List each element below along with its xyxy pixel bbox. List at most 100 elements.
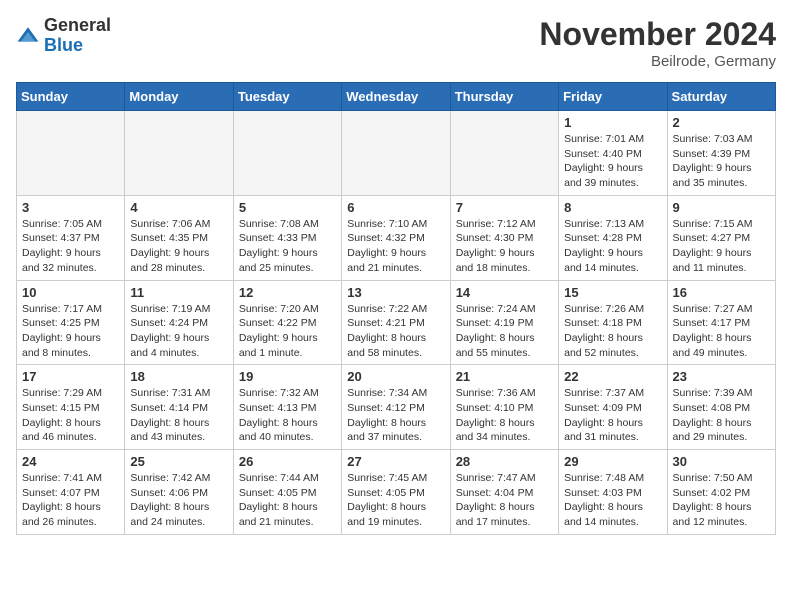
day-info: Sunrise: 7:47 AM Sunset: 4:04 PM Dayligh…	[456, 471, 553, 530]
day-number: 11	[130, 285, 227, 300]
weekday-header-saturday: Saturday	[667, 83, 775, 111]
day-info: Sunrise: 7:17 AM Sunset: 4:25 PM Dayligh…	[22, 302, 119, 361]
day-info: Sunrise: 7:15 AM Sunset: 4:27 PM Dayligh…	[673, 217, 770, 276]
month-title: November 2024	[539, 16, 776, 53]
day-number: 12	[239, 285, 336, 300]
day-info: Sunrise: 7:50 AM Sunset: 4:02 PM Dayligh…	[673, 471, 770, 530]
day-number: 25	[130, 454, 227, 469]
calendar-cell: 10 Sunrise: 7:17 AM Sunset: 4:25 PM Dayli…	[17, 280, 125, 365]
weekday-header-row: SundayMondayTuesdayWednesdayThursdayFrid…	[17, 83, 776, 111]
day-info: Sunrise: 7:36 AM Sunset: 4:10 PM Dayligh…	[456, 386, 553, 445]
day-info: Sunrise: 7:26 AM Sunset: 4:18 PM Dayligh…	[564, 302, 661, 361]
calendar-cell: 23Sunrise: 7:39 AM Sunset: 4:08 PM Dayli…	[667, 365, 775, 450]
day-info: Sunrise: 7:08 AM Sunset: 4:33 PM Dayligh…	[239, 217, 336, 276]
weekday-header-monday: Monday	[125, 83, 233, 111]
day-number: 27	[347, 454, 444, 469]
week-row-1: 1 Sunrise: 7:01 AM Sunset: 4:40 PM Daylig…	[17, 111, 776, 196]
day-number: 17	[22, 369, 119, 384]
page-header: General Blue November 2024 Beilrode, Ger…	[16, 16, 776, 70]
day-info: Sunrise: 7:24 AM Sunset: 4:19 PM Dayligh…	[456, 302, 553, 361]
calendar-cell: 21 Sunrise: 7:36 AM Sunset: 4:10 PM Dayli…	[450, 365, 558, 450]
day-info: Sunrise: 7:44 AM Sunset: 4:05 PM Dayligh…	[239, 471, 336, 530]
calendar-cell: 25 Sunrise: 7:42 AM Sunset: 4:06 PM Dayli…	[125, 450, 233, 535]
calendar-cell: 20Sunrise: 7:34 AM Sunset: 4:12 PM Dayli…	[342, 365, 450, 450]
day-info: Sunrise: 7:01 AM Sunset: 4:40 PM Dayligh…	[564, 132, 661, 191]
day-number: 10	[22, 285, 119, 300]
day-number: 7	[456, 200, 553, 215]
calendar-cell: 13 Sunrise: 7:22 AM Sunset: 4:21 PM Dayli…	[342, 280, 450, 365]
day-number: 1	[564, 115, 661, 130]
day-number: 3	[22, 200, 119, 215]
calendar-cell: 3 Sunrise: 7:05 AM Sunset: 4:37 PM Daylig…	[17, 195, 125, 280]
calendar-cell	[450, 111, 558, 196]
calendar-cell	[17, 111, 125, 196]
calendar-cell	[125, 111, 233, 196]
day-info: Sunrise: 7:03 AM Sunset: 4:39 PM Dayligh…	[673, 132, 770, 191]
calendar-cell: 30 Sunrise: 7:50 AM Sunset: 4:02 PM Dayli…	[667, 450, 775, 535]
calendar-cell: 4Sunrise: 7:06 AM Sunset: 4:35 PM Daylig…	[125, 195, 233, 280]
calendar-cell: 28 Sunrise: 7:47 AM Sunset: 4:04 PM Dayli…	[450, 450, 558, 535]
day-number: 21	[456, 369, 553, 384]
calendar-cell: 22Sunrise: 7:37 AM Sunset: 4:09 PM Dayli…	[559, 365, 667, 450]
day-number: 14	[456, 285, 553, 300]
day-number: 23	[673, 369, 770, 384]
day-info: Sunrise: 7:45 AM Sunset: 4:05 PM Dayligh…	[347, 471, 444, 530]
calendar-cell: 29Sunrise: 7:48 AM Sunset: 4:03 PM Dayli…	[559, 450, 667, 535]
weekday-header-friday: Friday	[559, 83, 667, 111]
calendar-cell	[233, 111, 341, 196]
calendar-cell: 2 Sunrise: 7:03 AM Sunset: 4:39 PM Daylig…	[667, 111, 775, 196]
week-row-3: 10 Sunrise: 7:17 AM Sunset: 4:25 PM Dayli…	[17, 280, 776, 365]
logo: General Blue	[16, 16, 111, 56]
calendar-cell: 17 Sunrise: 7:29 AM Sunset: 4:15 PM Dayli…	[17, 365, 125, 450]
weekday-header-wednesday: Wednesday	[342, 83, 450, 111]
day-number: 19	[239, 369, 336, 384]
calendar-cell: 6 Sunrise: 7:10 AM Sunset: 4:32 PM Daylig…	[342, 195, 450, 280]
calendar-cell: 14 Sunrise: 7:24 AM Sunset: 4:19 PM Dayli…	[450, 280, 558, 365]
calendar-cell: 19Sunrise: 7:32 AM Sunset: 4:13 PM Dayli…	[233, 365, 341, 450]
calendar-cell: 16Sunrise: 7:27 AM Sunset: 4:17 PM Dayli…	[667, 280, 775, 365]
calendar-cell: 12 Sunrise: 7:20 AM Sunset: 4:22 PM Dayli…	[233, 280, 341, 365]
day-number: 13	[347, 285, 444, 300]
location: Beilrode, Germany	[539, 53, 776, 70]
weekday-header-sunday: Sunday	[17, 83, 125, 111]
day-info: Sunrise: 7:13 AM Sunset: 4:28 PM Dayligh…	[564, 217, 661, 276]
day-info: Sunrise: 7:27 AM Sunset: 4:17 PM Dayligh…	[673, 302, 770, 361]
calendar-cell: 15 Sunrise: 7:26 AM Sunset: 4:18 PM Dayli…	[559, 280, 667, 365]
day-number: 28	[456, 454, 553, 469]
calendar-cell	[342, 111, 450, 196]
logo-icon	[16, 24, 40, 48]
day-number: 24	[22, 454, 119, 469]
day-info: Sunrise: 7:10 AM Sunset: 4:32 PM Dayligh…	[347, 217, 444, 276]
week-row-5: 24Sunrise: 7:41 AM Sunset: 4:07 PM Dayli…	[17, 450, 776, 535]
day-info: Sunrise: 7:42 AM Sunset: 4:06 PM Dayligh…	[130, 471, 227, 530]
day-number: 8	[564, 200, 661, 215]
calendar-cell: 11 Sunrise: 7:19 AM Sunset: 4:24 PM Dayli…	[125, 280, 233, 365]
day-info: Sunrise: 7:12 AM Sunset: 4:30 PM Dayligh…	[456, 217, 553, 276]
calendar-cell: 1 Sunrise: 7:01 AM Sunset: 4:40 PM Daylig…	[559, 111, 667, 196]
day-info: Sunrise: 7:20 AM Sunset: 4:22 PM Dayligh…	[239, 302, 336, 361]
calendar-cell: 5 Sunrise: 7:08 AM Sunset: 4:33 PM Daylig…	[233, 195, 341, 280]
day-info: Sunrise: 7:34 AM Sunset: 4:12 PM Dayligh…	[347, 386, 444, 445]
weekday-header-tuesday: Tuesday	[233, 83, 341, 111]
day-number: 30	[673, 454, 770, 469]
day-number: 18	[130, 369, 227, 384]
day-number: 6	[347, 200, 444, 215]
day-info: Sunrise: 7:19 AM Sunset: 4:24 PM Dayligh…	[130, 302, 227, 361]
day-number: 15	[564, 285, 661, 300]
day-info: Sunrise: 7:31 AM Sunset: 4:14 PM Dayligh…	[130, 386, 227, 445]
day-info: Sunrise: 7:22 AM Sunset: 4:21 PM Dayligh…	[347, 302, 444, 361]
day-number: 2	[673, 115, 770, 130]
day-number: 4	[130, 200, 227, 215]
day-info: Sunrise: 7:05 AM Sunset: 4:37 PM Dayligh…	[22, 217, 119, 276]
day-number: 26	[239, 454, 336, 469]
calendar-cell: 7 Sunrise: 7:12 AM Sunset: 4:30 PM Daylig…	[450, 195, 558, 280]
day-number: 5	[239, 200, 336, 215]
day-info: Sunrise: 7:29 AM Sunset: 4:15 PM Dayligh…	[22, 386, 119, 445]
day-number: 22	[564, 369, 661, 384]
day-number: 9	[673, 200, 770, 215]
week-row-4: 17 Sunrise: 7:29 AM Sunset: 4:15 PM Dayli…	[17, 365, 776, 450]
week-row-2: 3 Sunrise: 7:05 AM Sunset: 4:37 PM Daylig…	[17, 195, 776, 280]
logo-blue-text: Blue	[44, 35, 83, 55]
calendar-cell: 24Sunrise: 7:41 AM Sunset: 4:07 PM Dayli…	[17, 450, 125, 535]
calendar-cell: 27 Sunrise: 7:45 AM Sunset: 4:05 PM Dayli…	[342, 450, 450, 535]
